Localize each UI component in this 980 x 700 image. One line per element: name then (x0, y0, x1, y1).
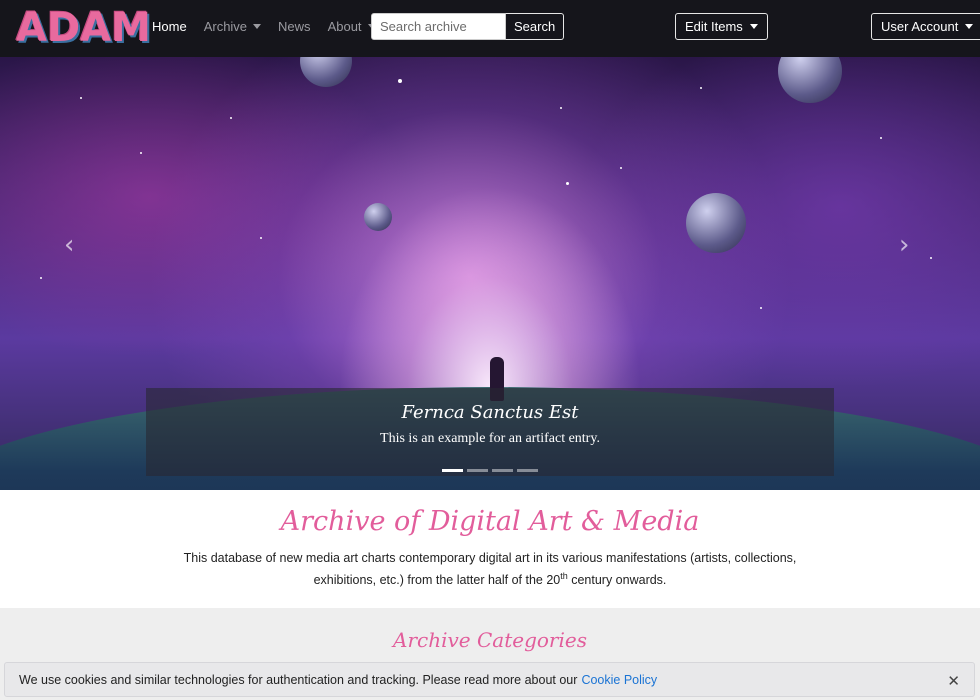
edit-items-dropdown[interactable]: Edit Items (675, 13, 768, 40)
adam-logo[interactable]: ADAM (16, 6, 151, 50)
carousel-indicators (442, 469, 538, 472)
carousel-indicator[interactable] (492, 469, 513, 472)
carousel-caption: Fernca Sanctus Est This is an example fo… (146, 388, 834, 476)
intro-section: Archive of Digital Art & Media This data… (0, 490, 980, 608)
nav-item-home[interactable]: Home (152, 19, 187, 34)
top-navbar: ADAM Home Archive News About Search Edit… (0, 0, 980, 57)
search-button[interactable]: Search (506, 13, 565, 40)
page-title: Archive of Digital Art & Media (280, 506, 700, 537)
caret-down-icon (749, 24, 758, 29)
categories-title: Archive Categories (393, 628, 587, 652)
caption-text: This is an example for an artifact entry… (380, 431, 600, 446)
main-nav: Home Archive News About (152, 19, 393, 34)
cookie-policy-link[interactable]: Cookie Policy (581, 673, 657, 687)
caret-down-icon (253, 24, 262, 29)
nav-item-archive[interactable]: Archive (204, 19, 262, 34)
planet-image (300, 57, 352, 87)
search-input[interactable] (371, 13, 506, 40)
cookie-message: We use cookies and similar technologies … (19, 672, 578, 687)
carousel-indicator[interactable] (517, 469, 538, 472)
carousel-indicator[interactable] (442, 469, 463, 472)
nav-item-news[interactable]: News (278, 19, 311, 34)
chevron-left-icon[interactable]: ‹ (64, 230, 74, 260)
caption-title: Fernca Sanctus Est (401, 402, 579, 423)
search-form: Search (371, 13, 565, 40)
planet-image (778, 57, 842, 103)
cookie-banner: We use cookies and similar technologies … (4, 662, 975, 697)
hero-carousel: ‹ › Fernca Sanctus Est This is an exampl… (0, 57, 980, 490)
nav-item-about[interactable]: About (328, 19, 376, 34)
chevron-right-icon[interactable]: › (899, 230, 909, 260)
planet-image (686, 193, 746, 253)
intro-description: This database of new media art charts co… (183, 551, 797, 588)
user-account-dropdown[interactable]: User Account (871, 13, 980, 40)
close-icon[interactable]: ✕ (947, 672, 960, 690)
carousel-indicator[interactable] (467, 469, 488, 472)
planet-image (364, 203, 392, 231)
caret-down-icon (965, 24, 974, 29)
